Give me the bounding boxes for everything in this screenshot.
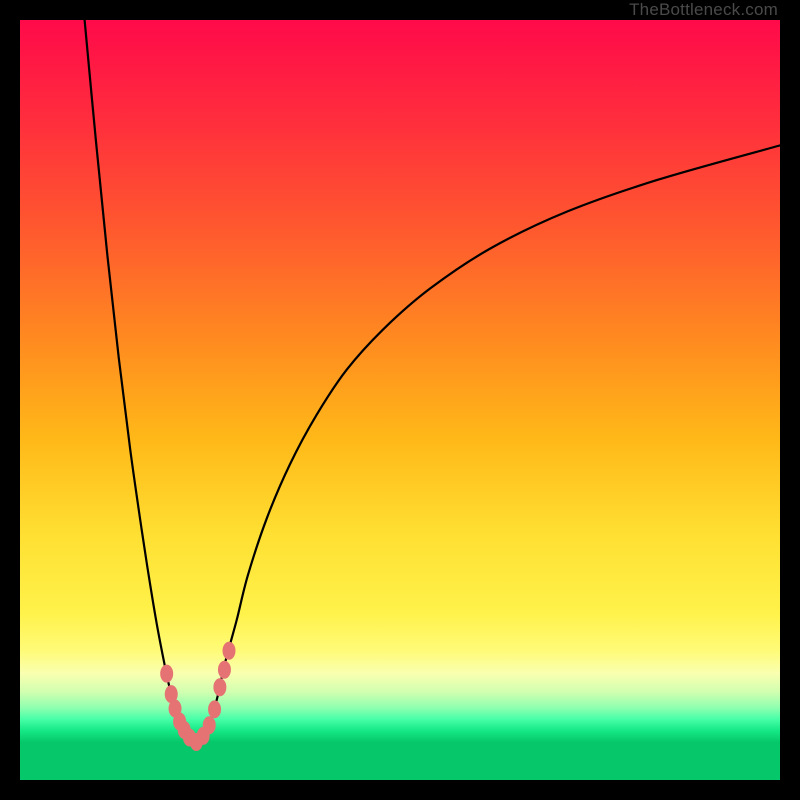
marker-point — [160, 665, 173, 683]
marker-point — [203, 716, 216, 734]
curve-left-branch — [85, 20, 197, 742]
watermark-label: TheBottleneck.com — [629, 0, 778, 20]
marker-point — [223, 642, 236, 660]
marker-cluster — [160, 642, 235, 751]
marker-point — [208, 700, 221, 718]
marker-point — [218, 661, 231, 679]
marker-point — [213, 678, 226, 696]
chart-frame: TheBottleneck.com — [0, 0, 800, 800]
plot-area — [20, 20, 780, 780]
curve-right-branch — [196, 145, 780, 742]
curve-layer — [20, 20, 780, 780]
